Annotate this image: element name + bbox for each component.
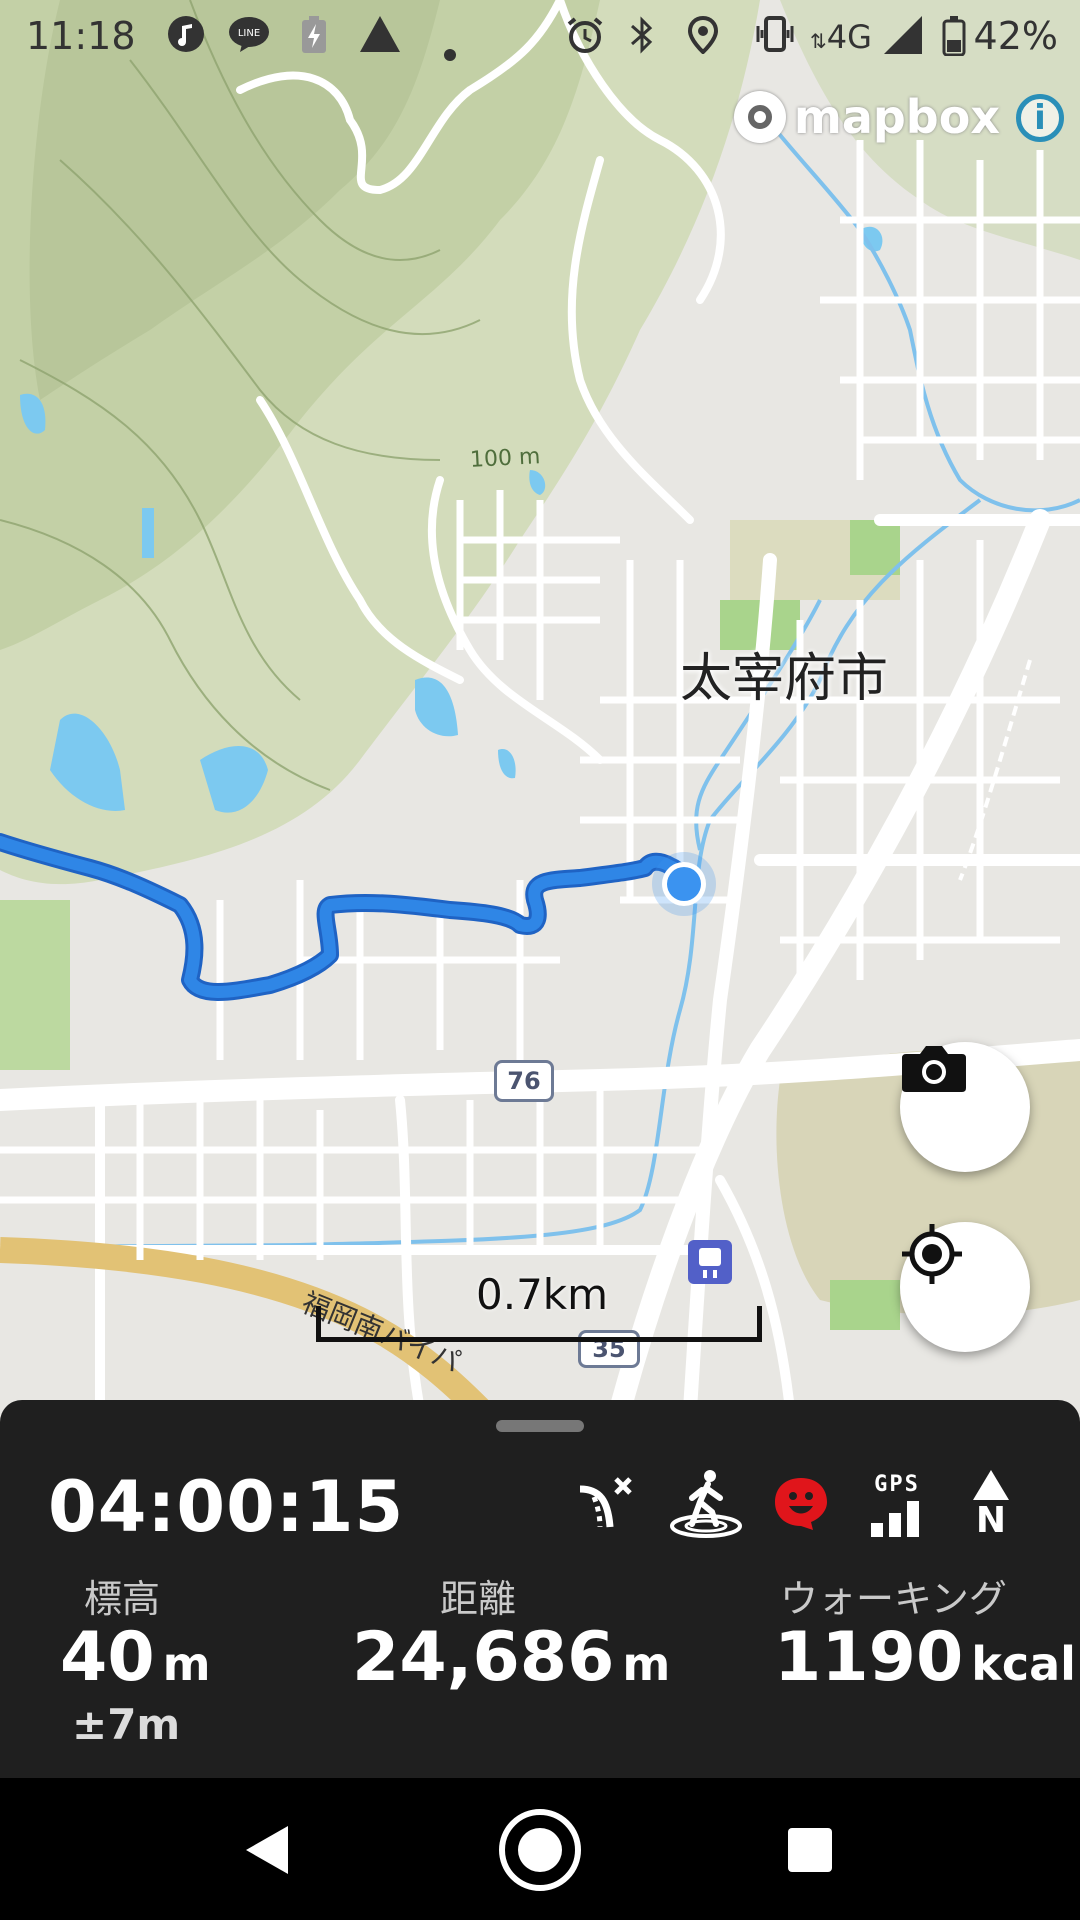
stats-panel[interactable]: 04:00:15 GPS N 標高 40 m ±7m 距離 24,686 m ウ… xyxy=(0,1400,1080,1778)
calories-value: 1190 kcal xyxy=(774,1618,1076,1697)
elevation-accuracy: ±7m xyxy=(72,1700,181,1749)
battery-percent: 42% xyxy=(973,14,1058,58)
recents-icon xyxy=(788,1828,832,1872)
home-icon xyxy=(499,1809,581,1891)
dot-icon xyxy=(444,30,456,70)
north-arrow-icon[interactable]: N xyxy=(966,1464,1016,1544)
route-number: 76 xyxy=(507,1067,541,1095)
back-icon xyxy=(246,1826,288,1874)
alarm-icon xyxy=(566,16,604,63)
city-label: 太宰府市 xyxy=(680,649,889,709)
mapbox-logo[interactable]: mapbox xyxy=(733,90,1000,144)
drag-handle[interactable] xyxy=(496,1420,584,1432)
gps-label: GPS xyxy=(874,1471,920,1497)
map-scale: 0.7km xyxy=(316,1270,762,1342)
home-button[interactable] xyxy=(498,1808,582,1892)
line-icon: LINE xyxy=(228,16,270,61)
info-icon[interactable]: i xyxy=(1016,94,1064,142)
elapsed-time: 04:00:15 xyxy=(48,1466,405,1548)
smiley-icon[interactable] xyxy=(770,1464,832,1544)
battery-saver-icon xyxy=(300,16,328,63)
mapbox-logo-icon xyxy=(733,91,786,143)
network-label: 4G xyxy=(826,18,872,56)
distance-unit: m xyxy=(622,1637,671,1691)
mapbox-wordmark: mapbox xyxy=(793,90,1000,144)
route-shield-76: 76 xyxy=(494,1060,554,1102)
distance-number: 24,686 xyxy=(352,1618,615,1697)
network-type: ⇅4G xyxy=(810,18,872,56)
signal-icon xyxy=(884,16,922,63)
battery-icon xyxy=(942,16,966,65)
route-off-icon[interactable] xyxy=(570,1464,640,1544)
recents-button[interactable] xyxy=(768,1808,852,1892)
distance-label: 距離 xyxy=(440,1577,517,1621)
activity-label[interactable]: ウォーキング xyxy=(780,1568,1007,1623)
camera-icon xyxy=(902,1046,966,1092)
navigation-bar xyxy=(0,1778,1080,1920)
status-bar: 11:18 LINE ⇅4G 42% xyxy=(0,0,1080,76)
elevation-number: 40 xyxy=(60,1618,155,1697)
back-button[interactable] xyxy=(226,1808,310,1892)
bluetooth-icon xyxy=(628,16,656,63)
map-view[interactable]: 福岡南バイパ 100 m 太宰府市 76 35 0.7km mapbox i xyxy=(0,0,1080,1410)
camera-button[interactable] xyxy=(900,1042,1030,1172)
svg-text:LINE: LINE xyxy=(238,28,260,39)
elevation-label: 標高 xyxy=(84,1577,161,1621)
locate-icon xyxy=(902,1224,962,1284)
location-icon xyxy=(687,15,719,63)
calories-unit: kcal xyxy=(971,1637,1076,1691)
vibrate-icon xyxy=(754,16,796,61)
calories-number: 1190 xyxy=(774,1618,964,1697)
locate-button[interactable] xyxy=(900,1222,1030,1352)
gps-signal-icon[interactable]: GPS xyxy=(862,1464,932,1544)
alert-icon xyxy=(360,16,400,61)
scale-bar xyxy=(316,1306,762,1342)
music-icon xyxy=(168,16,204,61)
elevation-unit: m xyxy=(162,1637,211,1691)
elevation-value: 40 m xyxy=(60,1618,211,1697)
status-time: 11:18 xyxy=(26,14,136,58)
walking-icon[interactable] xyxy=(666,1464,746,1544)
north-label: N xyxy=(975,1500,1007,1541)
distance-value: 24,686 m xyxy=(352,1618,670,1697)
contour-label: 100 m xyxy=(469,444,542,473)
map-canvas: 福岡南バイパ xyxy=(0,0,1080,1410)
